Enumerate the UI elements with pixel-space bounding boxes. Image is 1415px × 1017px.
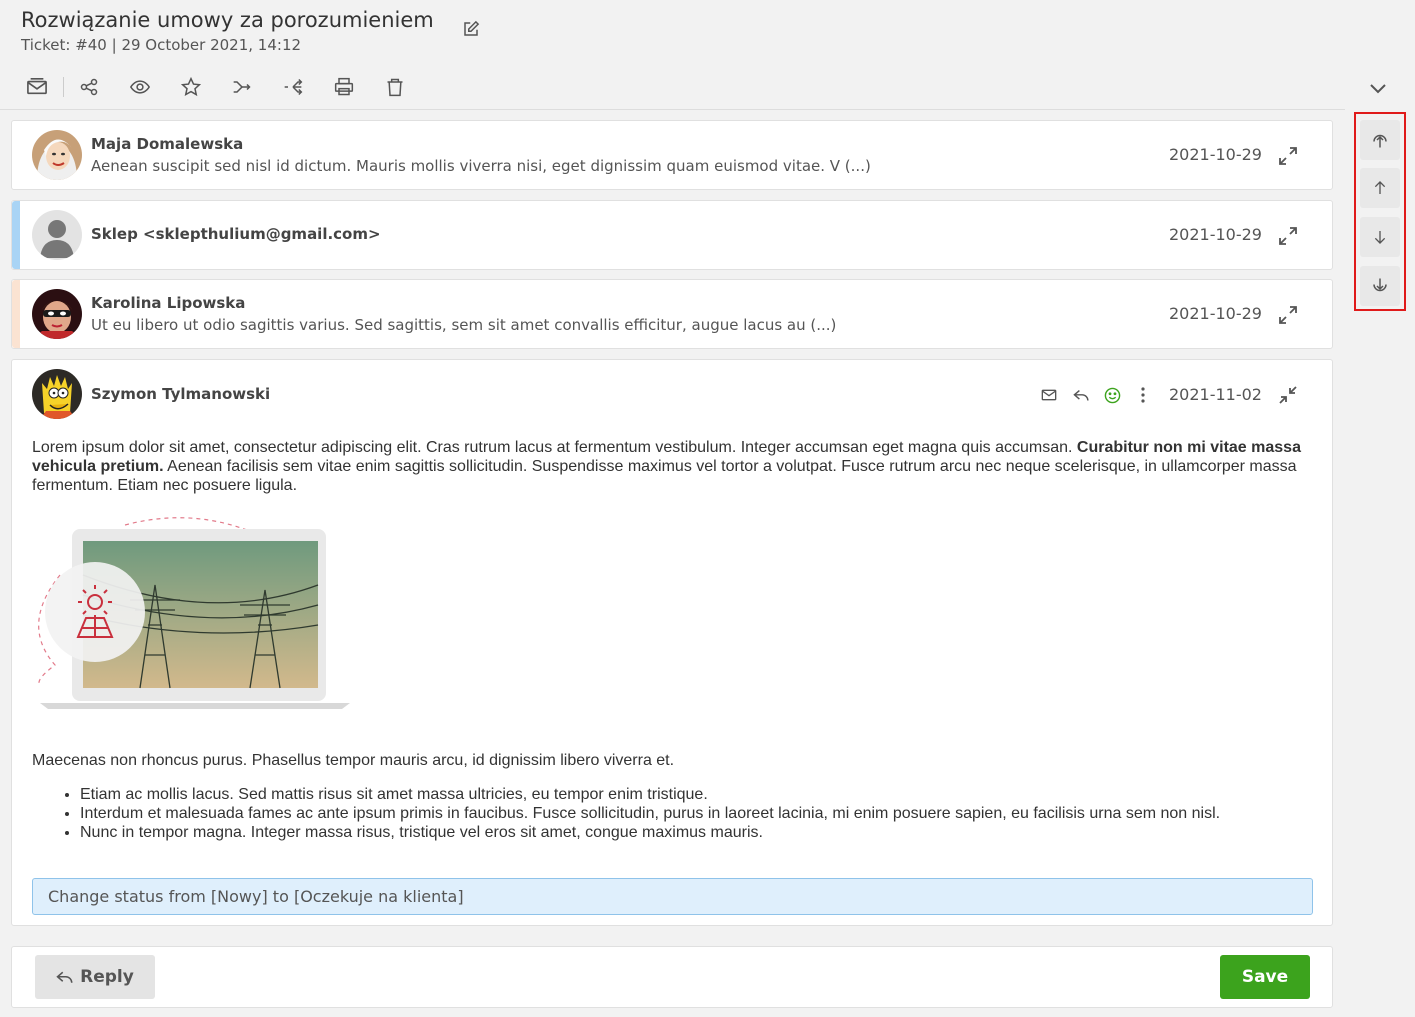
divider [0,109,1345,110]
list-item: Interdum et malesuada fames ac ante ipsu… [80,804,1320,823]
scroll-up-button[interactable] [1360,168,1400,208]
body-text: Lorem ipsum dolor sit amet, consectetur … [32,439,1077,456]
sender-name: Maja Domalewska [91,135,244,153]
print-icon[interactable] [327,72,361,102]
expand-icon[interactable] [1277,225,1299,247]
edit-title-icon[interactable] [462,20,482,40]
message-date: 2021-11-02 [1169,385,1262,404]
ticket-title: Rozwiązanie umowy za porozumieniem [21,8,434,32]
toolbar-divider [63,77,64,97]
message-accent-bar [12,201,20,269]
smiley-icon[interactable] [1102,385,1122,405]
share-icon[interactable] [72,72,106,102]
message-date: 2021-10-29 [1169,225,1262,244]
more-vertical-icon[interactable] [1133,385,1153,405]
message-collapsed[interactable]: Karolina Lipowska Ut eu libero ut odio s… [11,279,1333,349]
sender-name: Sklep <sklepthulium@gmail.com> [91,225,381,243]
list-item: Nunc in tempor magna. Integer massa risu… [80,823,1320,842]
scroll-down-button[interactable] [1360,217,1400,257]
forward-icon[interactable] [225,72,259,102]
reply-button[interactable]: Reply [35,955,155,999]
message-expanded: Szymon Tylmanowski 2021-11-02 Lorem ipsu… [11,359,1333,926]
save-button-label: Save [1241,967,1289,987]
body-text: Aenean facilisis sem vitae enim sagittis… [32,458,1297,494]
message-date: 2021-10-29 [1169,145,1262,164]
message-body-paragraph: Lorem ipsum dolor sit amet, consectetur … [32,438,1302,495]
star-icon[interactable] [174,72,208,102]
message-bullet-list: Etiam ac mollis lacus. Sed mattis risus … [60,785,1320,842]
split-icon[interactable] [276,72,310,102]
trash-icon[interactable] [378,72,412,102]
message-preview: Aenean suscipit sed nisl id dictum. Maur… [91,157,871,175]
list-item: Etiam ac mollis lacus. Sed mattis risus … [80,785,1320,804]
ticket-subtitle: Ticket: #40 | 29 October 2021, 14:12 [21,36,302,54]
message-collapsed[interactable]: Maja Domalewska Aenean suscipit sed nisl… [11,120,1333,190]
message-accent-bar [12,280,20,348]
sender-name: Szymon Tylmanowski [91,385,271,403]
collapse-icon[interactable] [1277,384,1299,406]
chevron-down-icon[interactable] [1364,75,1392,101]
avatar [32,130,82,180]
reply-button-label: Reply [80,967,134,987]
avatar [32,210,82,260]
scroll-to-top-button[interactable] [1360,120,1400,160]
expand-icon[interactable] [1277,145,1299,167]
ticket-toolbar [20,72,429,102]
sender-name: Karolina Lipowska [91,294,246,312]
save-button[interactable]: Save [1220,955,1310,999]
ticket-header: Rozwiązanie umowy za porozumieniem Ticke… [21,6,434,54]
avatar [32,369,82,419]
eye-icon[interactable] [123,72,157,102]
envelope-icon[interactable] [20,72,54,102]
expand-icon[interactable] [1277,304,1299,326]
avatar [32,289,82,339]
envelope-icon[interactable] [1039,385,1059,405]
message-date: 2021-10-29 [1169,304,1262,323]
scroll-to-bottom-button[interactable] [1360,266,1400,306]
message-collapsed[interactable]: Sklep <sklepthulium@gmail.com> 2021-10-2… [11,200,1333,270]
status-change-note: Change status from [Nowy] to [Oczekuje n… [32,878,1313,915]
action-footer: Reply Save [11,946,1333,1008]
laptop-illustration [30,515,360,730]
message-body-paragraph: Maecenas non rhoncus purus. Phasellus te… [32,752,675,769]
message-preview: Ut eu libero ut odio sagittis varius. Se… [91,316,837,334]
reply-icon [56,970,74,985]
reply-icon[interactable] [1071,385,1091,405]
